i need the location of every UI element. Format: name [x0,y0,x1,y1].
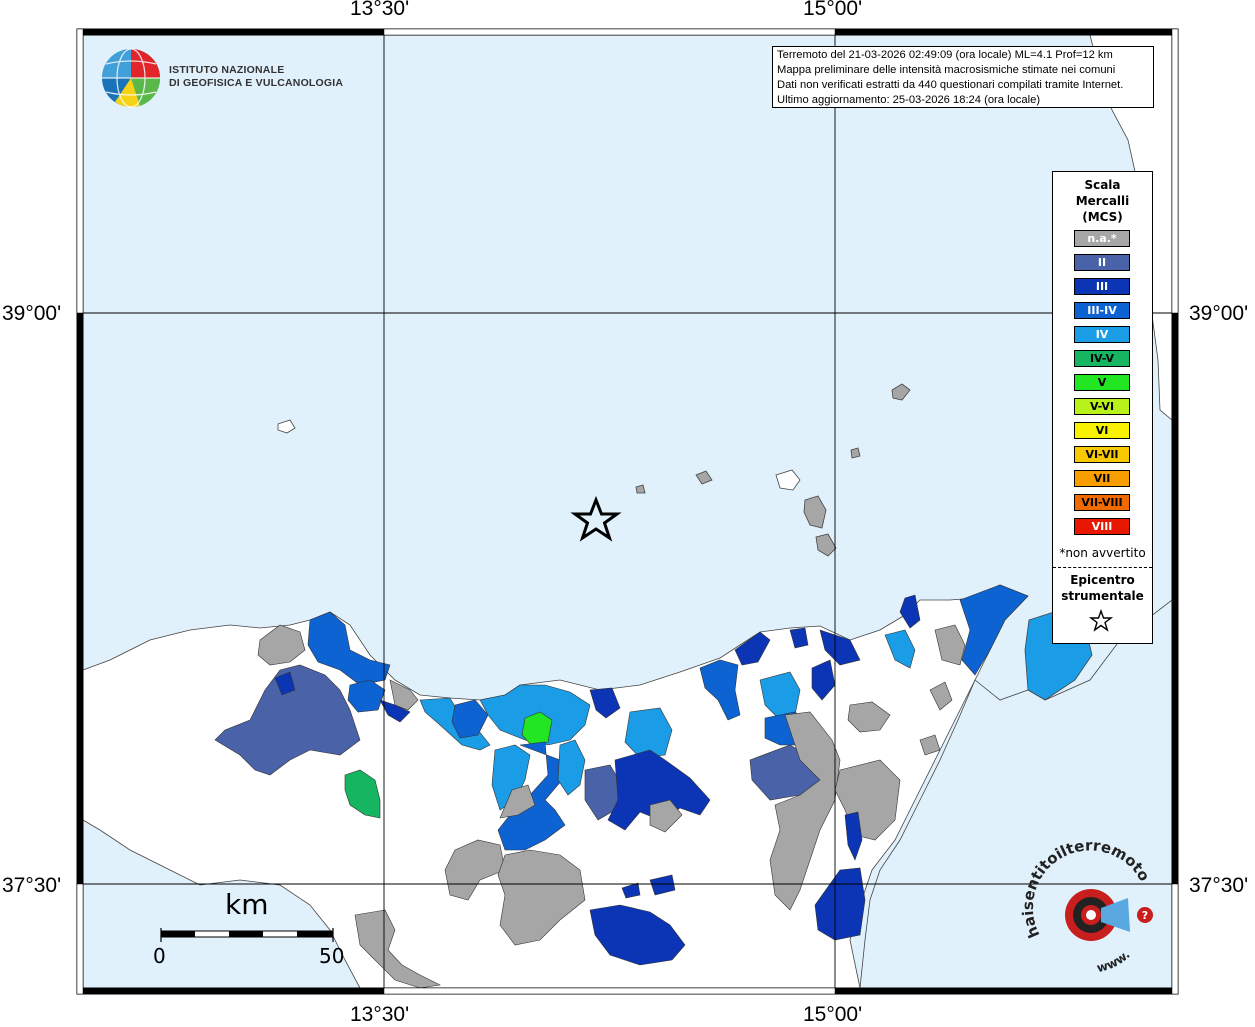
institute-name-line1: ISTITUTO NAZIONALE [169,64,285,76]
legend-item: V-VI [1074,398,1130,415]
institute-name-line2: DI GEOFISICA E VULCANOLOGIA [169,77,344,89]
lon-label-bottom-right: 15°00' [803,1003,863,1026]
legend-item: V [1074,374,1130,391]
legend-item: VII [1074,470,1130,487]
legend-item: n.a.* [1074,230,1130,247]
svg-text:?: ? [1142,909,1148,922]
ingv-globe-logo [102,48,161,108]
info-line-update: Ultimo aggiornamento: 25-03-2026 18:24 (… [777,94,1041,106]
lon-label-top-right: 15°00' [803,0,863,20]
legend-epicenter-line2: strumentale [1061,589,1144,603]
earthquake-info-box: Terremoto del 21-03-2026 02:49:09 (ora l… [772,46,1154,108]
legend-item: VI-VII [1074,446,1130,463]
legend-item: IV-V [1074,350,1130,367]
intensity-legend: Scala Mercalli (MCS) n.a.* II III III-IV IV I… [1052,171,1153,644]
legend-title-line1: Scala [1084,178,1121,192]
filicudi-island [635,484,646,494]
scale-unit-label: km [225,888,269,921]
info-line-data: Dati non verificati estratti da 440 ques… [777,79,1124,91]
scale-end-label: 50 [319,944,345,968]
legend-epicenter-label: Epicentro strumentale [1053,572,1152,604]
legend-note: *non avvertito [1059,546,1146,560]
info-line-map: Mappa preliminare delle intensità macros… [777,64,1116,76]
legend-title: Scala Mercalli (MCS) [1053,177,1152,225]
institute-name: ISTITUTO NAZIONALE DI GEOFISICA E VULCAN… [169,64,343,90]
legend-item: III [1074,278,1130,295]
legend-item: III-IV [1074,302,1130,319]
legend-item: IV [1074,326,1130,343]
legend-item: VII-VIII [1074,494,1130,511]
legend-title-line3: (MCS) [1082,210,1123,224]
lat-label-right-upper: 39°00' [1189,302,1249,325]
legend-title-line2: Mercalli [1075,194,1130,208]
legend-separator [1053,567,1152,568]
legend-epicenter-line1: Epicentro [1070,573,1135,587]
lat-label-left-upper: 39°00' [2,302,62,325]
panarea-island [850,447,861,459]
lon-label-bottom-left: 13°30' [350,1003,410,1026]
lon-label-top-left: 13°30' [350,0,410,20]
legend-item: II [1074,254,1130,271]
legend-item: VIII [1074,518,1130,535]
legend-star-icon [1089,609,1113,632]
info-line-event: Terremoto del 21-03-2026 02:49:09 (ora l… [777,49,1113,61]
lat-label-left-lower: 37°30' [2,874,62,897]
lat-label-right-lower: 37°30' [1189,874,1249,897]
scale-start-label: 0 [153,944,166,968]
legend-item: VI [1074,422,1130,439]
